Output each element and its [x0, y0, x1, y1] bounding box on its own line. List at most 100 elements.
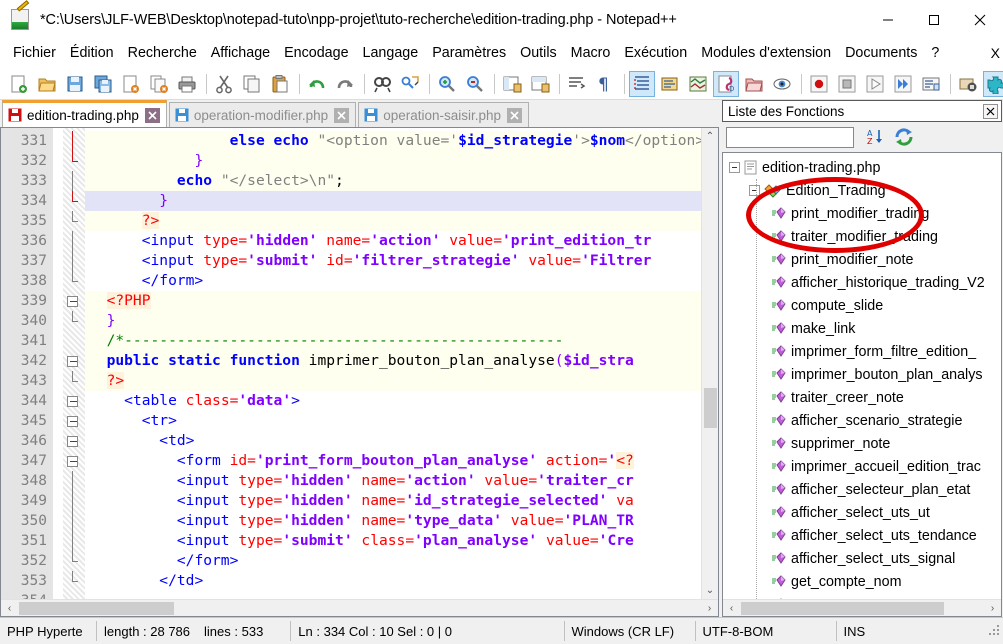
menu-item-recherche[interactable]: Recherche: [121, 43, 204, 65]
save-icon[interactable]: [62, 71, 88, 97]
code-editor[interactable]: 331 332 333 334 335 336 337 338 339 340 341 342 343 3…: [0, 127, 719, 617]
folder-workspace-icon[interactable]: [741, 71, 767, 97]
user-language-icon[interactable]: [657, 71, 683, 97]
code-line[interactable]: <form id='print_form_bouton_plan_analyse…: [85, 451, 701, 471]
menu-item-fichier[interactable]: Fichier: [6, 43, 63, 65]
collapse-box[interactable]: [729, 162, 740, 173]
fold-marker[interactable]: [63, 531, 85, 551]
collapse-box[interactable]: [749, 185, 760, 196]
code-line[interactable]: <input type='hidden' name='id_strategie_…: [85, 491, 701, 511]
code-line[interactable]: </form>: [85, 551, 701, 571]
copy-icon[interactable]: [239, 71, 265, 97]
fold-marker[interactable]: [63, 491, 85, 511]
fold-marker[interactable]: [63, 511, 85, 531]
macro-playmulti-icon[interactable]: [890, 71, 916, 97]
fold-marker[interactable]: [63, 171, 85, 191]
fold-marker[interactable]: [63, 471, 85, 491]
fold-collapse-box[interactable]: [67, 416, 78, 427]
maximize-button[interactable]: [911, 0, 957, 40]
fold-marker[interactable]: [63, 271, 85, 291]
tree-node-function[interactable]: get_compte_nom: [723, 570, 1001, 593]
fl-scroll-right-arrow[interactable]: ›: [984, 603, 1001, 614]
show-all-chars-icon[interactable]: ¶: [592, 71, 618, 97]
undo-icon[interactable]: [304, 71, 330, 97]
fold-marker[interactable]: [63, 131, 85, 151]
plugin-icon[interactable]: [983, 70, 1003, 97]
fold-marker[interactable]: [63, 311, 85, 331]
tree-node-function[interactable]: afficher_select_uts_signal: [723, 547, 1001, 570]
code-line[interactable]: echo "</select>\n";: [85, 171, 701, 191]
tree-node-function[interactable]: compute_slide: [723, 294, 1001, 317]
tab-edition-trading-php[interactable]: edition-trading.php: [2, 100, 167, 127]
code-line[interactable]: ?>: [85, 211, 701, 231]
tree-node-function[interactable]: imprimer_accueil_edition_trac: [723, 455, 1001, 478]
code-line[interactable]: <td>: [85, 431, 701, 451]
fl-scroll-left-arrow[interactable]: ‹: [723, 603, 740, 614]
code-line[interactable]: /*--------------------------------------…: [85, 331, 701, 351]
tab-operation-saisir-php[interactable]: operation-saisir.php: [358, 102, 530, 127]
tree-node-file[interactable]: edition-trading.php: [723, 156, 1001, 179]
code-line[interactable]: <?PHP: [85, 291, 701, 311]
fold-marker[interactable]: [63, 431, 85, 451]
close-all-icon[interactable]: [146, 71, 172, 97]
function-tree[interactable]: edition-trading.php Edition_Trading print_…: [723, 153, 1001, 599]
tree-node-function[interactable]: afficher_historique_trading_V2: [723, 271, 1001, 294]
macro-stop-icon[interactable]: [834, 71, 860, 97]
macro-play-icon[interactable]: [862, 71, 888, 97]
code-line[interactable]: }: [85, 151, 701, 171]
fold-marker[interactable]: [63, 571, 85, 591]
editor-horizontal-scrollbar[interactable]: ‹ ›: [1, 599, 718, 616]
zoom-out-icon[interactable]: [462, 71, 488, 97]
menu-item-macro[interactable]: Macro: [564, 43, 618, 65]
fold-collapse-box[interactable]: [67, 296, 78, 307]
monitoring-icon[interactable]: [769, 71, 795, 97]
tree-node-function[interactable]: traiter_modifier_trading: [723, 225, 1001, 248]
new-file-icon[interactable]: [6, 71, 32, 97]
fold-marker[interactable]: [63, 371, 85, 391]
fold-marker[interactable]: [63, 591, 85, 599]
menu-item-affichage[interactable]: Affichage: [204, 43, 277, 65]
tree-node-function[interactable]: traiter_creer_note: [723, 386, 1001, 409]
menu-item-[interactable]: ?: [924, 43, 946, 65]
fold-marker[interactable]: [63, 151, 85, 171]
editor-vertical-scrollbar[interactable]: ⌃ ⌄: [701, 128, 718, 599]
scroll-right-arrow[interactable]: ›: [701, 603, 718, 614]
code-text-area[interactable]: else echo "<option value='$id_strategie'…: [85, 128, 701, 599]
menu-item-param-tres[interactable]: Paramètres: [425, 43, 513, 65]
code-line[interactable]: <input type='hidden' name='action' value…: [85, 231, 701, 251]
code-line[interactable]: ?>: [85, 371, 701, 391]
fold-marker[interactable]: [63, 191, 85, 211]
macro-save-icon[interactable]: [918, 71, 944, 97]
fold-collapse-box[interactable]: [67, 356, 78, 367]
code-line[interactable]: <input type='submit' class='plan_analyse…: [85, 531, 701, 551]
fold-collapse-box[interactable]: [67, 436, 78, 447]
open-file-icon[interactable]: [34, 71, 60, 97]
close-button[interactable]: [957, 0, 1003, 40]
code-line[interactable]: </form>: [85, 271, 701, 291]
menu-item-ex-cution[interactable]: Exécution: [617, 43, 694, 65]
minimize-button[interactable]: [865, 0, 911, 40]
function-list-horizontal-scrollbar[interactable]: ‹ ›: [723, 599, 1001, 616]
function-list-icon[interactable]: D: [713, 70, 739, 97]
tree-node-function[interactable]: print_modifier_note: [723, 248, 1001, 271]
sort-az-icon[interactable]: A Z: [864, 125, 888, 149]
tree-node-function[interactable]: afficher_select_uts_ut: [723, 501, 1001, 524]
sync-h-scroll-icon[interactable]: [527, 71, 553, 97]
paste-icon[interactable]: [267, 71, 293, 97]
code-line[interactable]: [85, 591, 701, 599]
code-line[interactable]: }: [85, 311, 701, 331]
menu-item-outils[interactable]: Outils: [513, 43, 564, 65]
code-line[interactable]: <input type='hidden' name='type_data' va…: [85, 511, 701, 531]
close-file-icon[interactable]: [118, 71, 144, 97]
fold-collapse-box[interactable]: [67, 456, 78, 467]
resize-grip[interactable]: [987, 623, 1003, 639]
fold-marker[interactable]: [63, 291, 85, 311]
print-icon[interactable]: [174, 71, 200, 97]
menu-item-documents[interactable]: Documents: [838, 43, 924, 65]
word-wrap-icon[interactable]: [564, 71, 590, 97]
fold-marker[interactable]: [63, 211, 85, 231]
replace-icon[interactable]: [397, 71, 423, 97]
fold-marker[interactable]: [63, 251, 85, 271]
tree-node-function[interactable]: make_link: [723, 317, 1001, 340]
cut-icon[interactable]: [211, 71, 237, 97]
